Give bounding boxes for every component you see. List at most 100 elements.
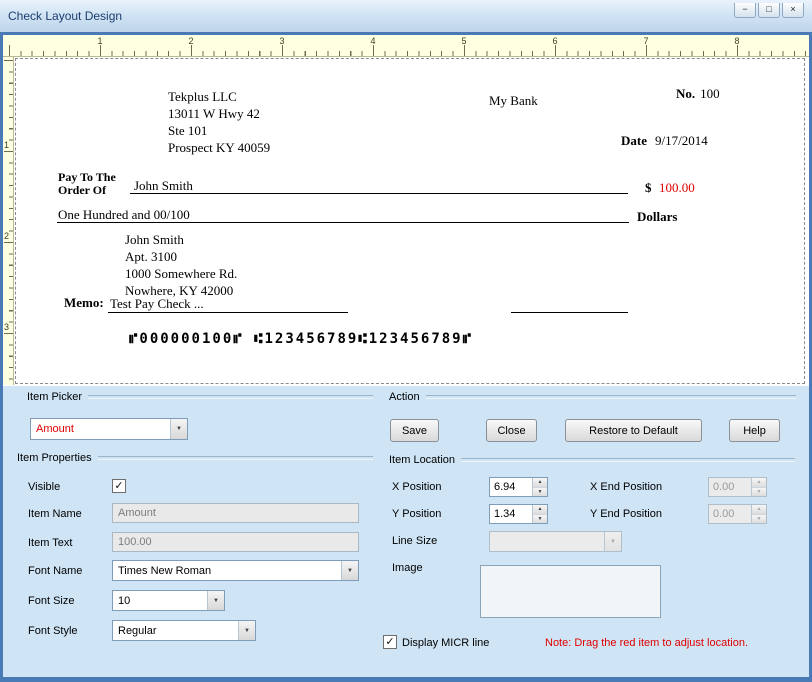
font-size-select[interactable]: 10 ▼ <box>112 590 225 611</box>
item-picker-group: Item Picker <box>27 391 373 403</box>
spinner-buttons: ▲ ▼ <box>532 478 547 496</box>
date-label: Date <box>621 133 647 148</box>
chevron-down-icon: ▼ <box>604 532 621 551</box>
company-line: Tekplus LLC <box>168 89 237 104</box>
spinner-up-icon: ▲ <box>752 505 766 515</box>
pay-to-label-item[interactable]: Pay To The Order Of <box>58 171 116 197</box>
dollars-label-item[interactable]: Dollars <box>637 209 677 225</box>
save-button[interactable]: Save <box>390 419 439 442</box>
payee-name-item[interactable]: John Smith <box>134 178 193 194</box>
check-number-label: No. <box>676 86 696 101</box>
close-button[interactable]: × <box>782 2 804 18</box>
visible-label: Visible <box>28 481 61 493</box>
font-size-value: 10 <box>118 594 131 607</box>
item-name-field[interactable]: Amount <box>112 503 359 523</box>
currency-symbol-item[interactable]: $ <box>645 180 652 196</box>
check-number-item[interactable]: No. 100 <box>676 86 720 102</box>
ruler-number: 4 <box>370 36 376 46</box>
spinner-down-icon[interactable]: ▼ <box>533 514 547 523</box>
ruler-number: 2 <box>4 231 10 241</box>
x-end-position-label: X End Position <box>590 481 663 493</box>
close-button[interactable]: Close <box>486 419 537 442</box>
line-size-select: ▼ <box>489 531 622 552</box>
maximize-button[interactable]: □ <box>758 2 780 18</box>
company-line: Ste 101 <box>168 123 208 138</box>
address-line: John Smith <box>125 232 184 247</box>
display-micr-checkbox[interactable]: ✓ <box>383 635 397 649</box>
address-line: Apt. 3100 <box>125 249 177 264</box>
date-value: 9/17/2014 <box>655 133 708 148</box>
minimize-button[interactable]: − <box>734 2 756 18</box>
spinner-up-icon[interactable]: ▲ <box>533 505 547 515</box>
x-position-spinner[interactable]: 6.94 ▲ ▼ <box>489 477 548 497</box>
memo-underline[interactable] <box>108 312 348 313</box>
amount-item-selected[interactable]: 100.00 <box>659 180 695 196</box>
amount-words-underline[interactable] <box>57 222 629 223</box>
checkmark-icon: ✓ <box>385 635 395 648</box>
y-position-value: 1.34 <box>494 508 516 520</box>
font-style-select[interactable]: Regular ▼ <box>112 620 256 641</box>
check-layout-design-window: Check Layout Design − □ × 1 2 3 4 5 6 7 … <box>0 0 812 682</box>
company-line: 13011 W Hwy 42 <box>168 106 260 121</box>
check-preview-canvas: Tekplus LLC 13011 W Hwy 42 Ste 101 Prosp… <box>14 57 806 385</box>
payee-address-item[interactable]: John Smith Apt. 3100 1000 Somewhere Rd. … <box>125 231 237 299</box>
check-number-value: 100 <box>700 86 720 101</box>
ruler-number: 1 <box>97 36 103 46</box>
chevron-down-icon: ▼ <box>207 591 224 610</box>
x-end-position-spinner: 0.00 ▲ ▼ <box>708 477 767 497</box>
image-label: Image <box>392 562 423 574</box>
ruler-number: 3 <box>279 36 285 46</box>
action-group: Action <box>389 391 796 403</box>
titlebar[interactable]: Check Layout Design − □ × <box>0 0 812 33</box>
checkmark-icon: ✓ <box>114 479 124 492</box>
spinner-up-icon[interactable]: ▲ <box>533 478 547 488</box>
chevron-down-icon: ▼ <box>170 419 187 439</box>
restore-to-default-button[interactable]: Restore to Default <box>565 419 702 442</box>
ruler-number: 1 <box>4 140 10 150</box>
ruler-number: 5 <box>461 36 467 46</box>
ruler-number: 3 <box>4 322 10 332</box>
ruler-number: 8 <box>734 36 740 46</box>
spinner-buttons: ▲ ▼ <box>532 505 547 523</box>
x-position-label: X Position <box>392 481 442 493</box>
ruler-major-ticks <box>4 60 13 385</box>
company-address-item[interactable]: Tekplus LLC 13011 W Hwy 42 Ste 101 Prosp… <box>168 88 270 156</box>
spinner-down-icon: ▼ <box>752 487 766 496</box>
item-picker-select[interactable]: Amount ▼ <box>30 418 188 440</box>
bank-name-item[interactable]: My Bank <box>489 93 538 109</box>
signature-line[interactable] <box>511 312 628 313</box>
spinner-up-icon: ▲ <box>752 478 766 488</box>
visible-checkbox[interactable]: ✓ <box>112 479 126 493</box>
amount-words-item[interactable]: One Hundred and 00/100 <box>58 207 190 223</box>
line-size-label: Line Size <box>392 535 438 547</box>
window-controls: − □ × <box>734 2 804 18</box>
bottom-panel: Item Picker Amount ▼ Action Save Close R… <box>3 386 809 677</box>
spinner-buttons: ▲ ▼ <box>751 478 766 496</box>
memo-text-item[interactable]: Test Pay Check ... <box>110 296 204 312</box>
item-text-field[interactable]: 100.00 <box>112 532 359 552</box>
y-end-position-spinner: 0.00 ▲ ▼ <box>708 504 767 524</box>
spinner-down-icon: ▼ <box>752 514 766 523</box>
ruler-number: 2 <box>188 36 194 46</box>
item-picker-group-label: Item Picker <box>27 391 83 403</box>
action-group-label: Action <box>389 391 420 403</box>
date-item[interactable]: Date 9/17/2014 <box>621 133 708 149</box>
item-properties-group-label: Item Properties <box>17 452 92 464</box>
memo-label-item[interactable]: Memo: <box>64 295 104 311</box>
y-end-position-value: 0.00 <box>713 508 735 520</box>
x-end-position-value: 0.00 <box>713 481 735 493</box>
ruler-major-ticks <box>9 45 812 56</box>
ruler-number: 6 <box>552 36 558 46</box>
payee-underline[interactable] <box>130 193 628 194</box>
font-name-select[interactable]: Times New Roman ▼ <box>112 560 359 581</box>
font-style-label: Font Style <box>28 625 78 637</box>
spinner-down-icon[interactable]: ▼ <box>533 487 547 496</box>
item-properties-group: Item Properties <box>17 452 373 464</box>
image-preview-box[interactable] <box>480 565 661 618</box>
horizontal-ruler: 1 2 3 4 5 6 7 8 <box>0 33 812 57</box>
y-position-spinner[interactable]: 1.34 ▲ ▼ <box>489 504 548 524</box>
item-location-group: Item Location <box>389 454 795 466</box>
chevron-down-icon: ▼ <box>341 561 358 580</box>
micr-line-item[interactable]: ⑈000000100⑈ ⑆123456789⑆123456789⑈ <box>129 331 473 347</box>
help-button[interactable]: Help <box>729 419 780 442</box>
